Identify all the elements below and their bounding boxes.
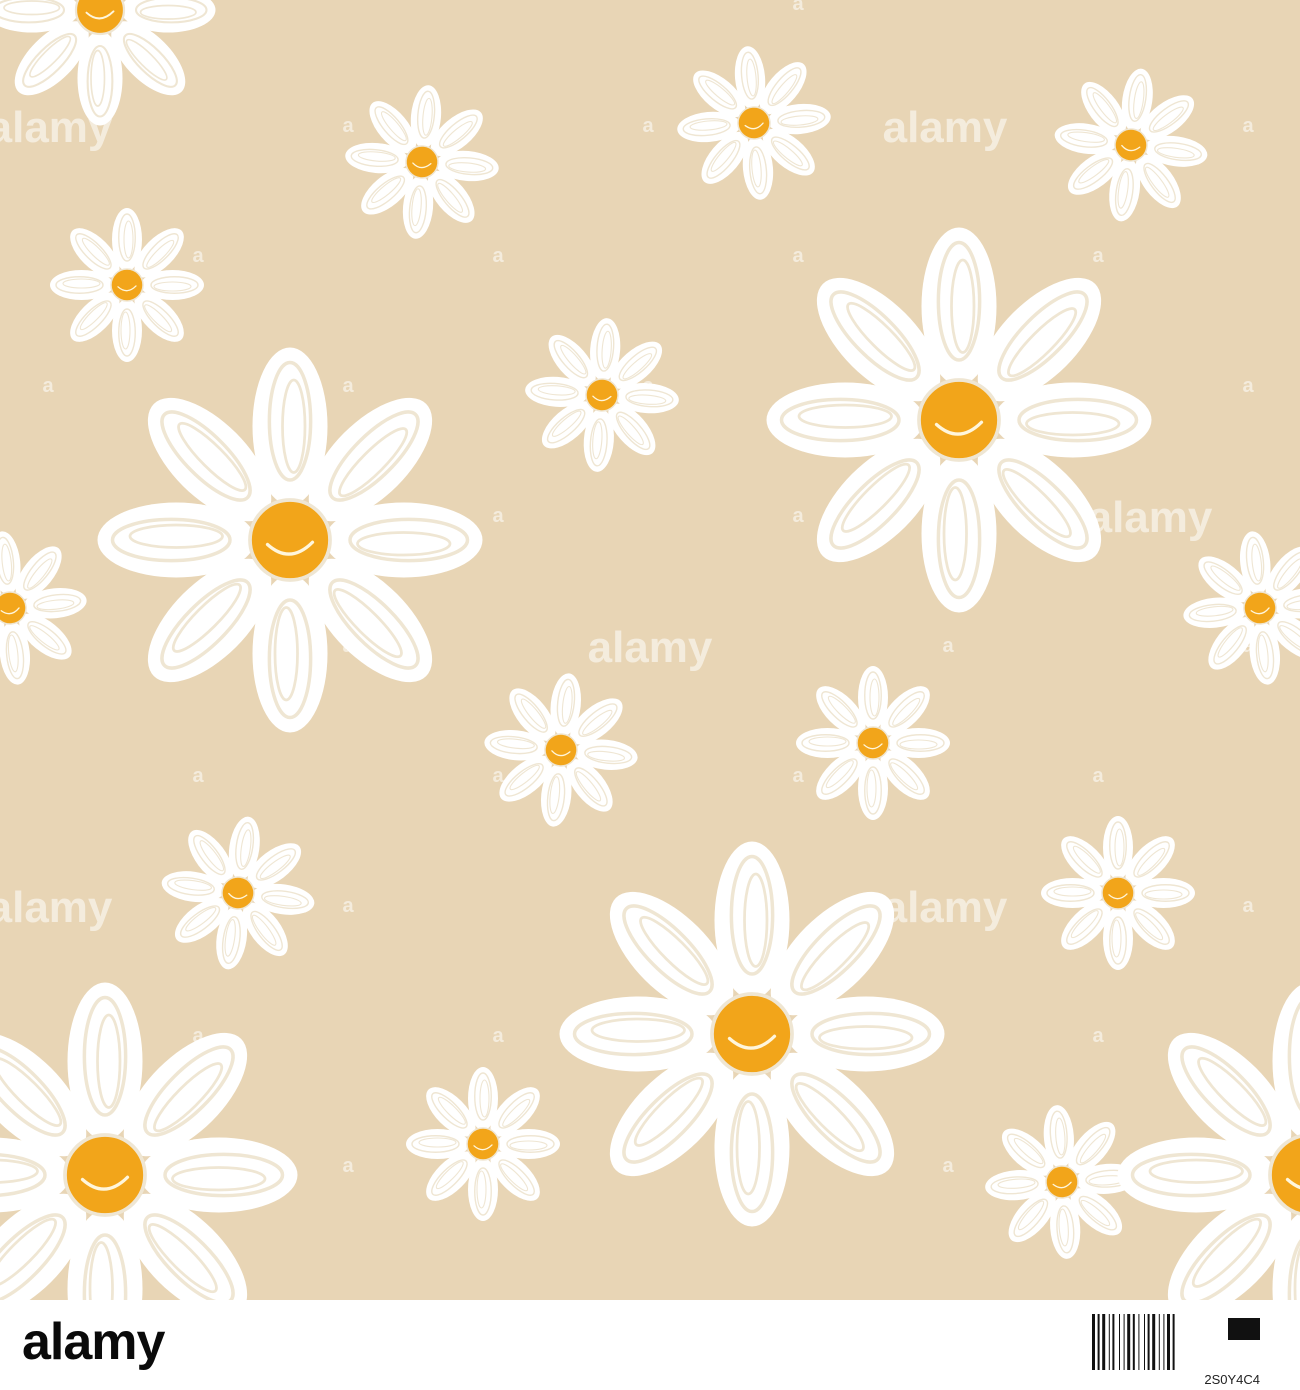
image-id: 2S0Y4C4 <box>1204 1372 1260 1387</box>
watermark-letter: a <box>492 505 504 527</box>
daisy-center <box>1101 876 1135 910</box>
watermark-letter: a <box>192 245 204 267</box>
footer-bar: alamy 2S0Y4C4 <box>0 1300 1300 1390</box>
watermark-letter: a <box>342 375 354 397</box>
daisy-icon <box>796 666 950 820</box>
watermark-letter: a <box>642 115 654 137</box>
daisy-icon <box>97 347 483 733</box>
watermark-letter: a <box>1092 245 1104 267</box>
watermark-text: alamy <box>883 103 1008 152</box>
watermark-letter: a <box>1092 765 1104 787</box>
daisy-icon <box>50 208 204 362</box>
watermark-text: alamy <box>1088 493 1213 542</box>
pattern-canvas: alamy alamyalamyalamyalamy alamya a aa a a aa a a… <box>0 0 1300 1300</box>
watermark-letter: a <box>1242 375 1254 397</box>
watermark-letter: a <box>1242 895 1254 917</box>
watermark-letter: a <box>342 115 354 137</box>
watermark-letter: a <box>42 375 54 397</box>
watermark-letter: a <box>1092 1025 1104 1047</box>
flag-icon <box>1228 1318 1260 1340</box>
watermark-text: alamy <box>0 883 113 932</box>
daisy-center <box>917 378 1001 462</box>
daisy-icon <box>766 227 1152 613</box>
daisy-icon <box>406 1067 560 1221</box>
daisy-icon <box>559 841 945 1227</box>
footer-logo: alamy <box>22 1313 165 1371</box>
watermark-letter: a <box>492 1025 504 1047</box>
watermark-letter: a <box>192 765 204 787</box>
watermark-text: alamy <box>588 623 713 672</box>
watermark-letter: a <box>792 505 804 527</box>
daisy-center <box>466 1127 500 1161</box>
daisy-center <box>856 726 890 760</box>
barcode-icon <box>1092 1314 1175 1370</box>
watermark-letter: a <box>342 895 354 917</box>
daisy-center <box>248 498 332 582</box>
watermark-letter: a <box>492 245 504 267</box>
daisy-icon <box>1041 816 1195 970</box>
watermark-letter: a <box>1242 115 1254 137</box>
watermark-letter: a <box>792 245 804 267</box>
watermark-letter: a <box>942 635 954 657</box>
watermark-letter: a <box>792 0 804 15</box>
daisy-center <box>110 268 144 302</box>
daisy-pattern: alamy alamy alamy alamy alamy alamy a a a a a a a a a a… <box>0 0 1300 1300</box>
watermark-letter: a <box>942 1155 954 1177</box>
daisy-center <box>63 1133 147 1217</box>
watermark-letter: a <box>792 765 804 787</box>
watermark-letter: a <box>342 1155 354 1177</box>
watermark-text: alamy <box>883 883 1008 932</box>
daisy-center <box>710 992 794 1076</box>
